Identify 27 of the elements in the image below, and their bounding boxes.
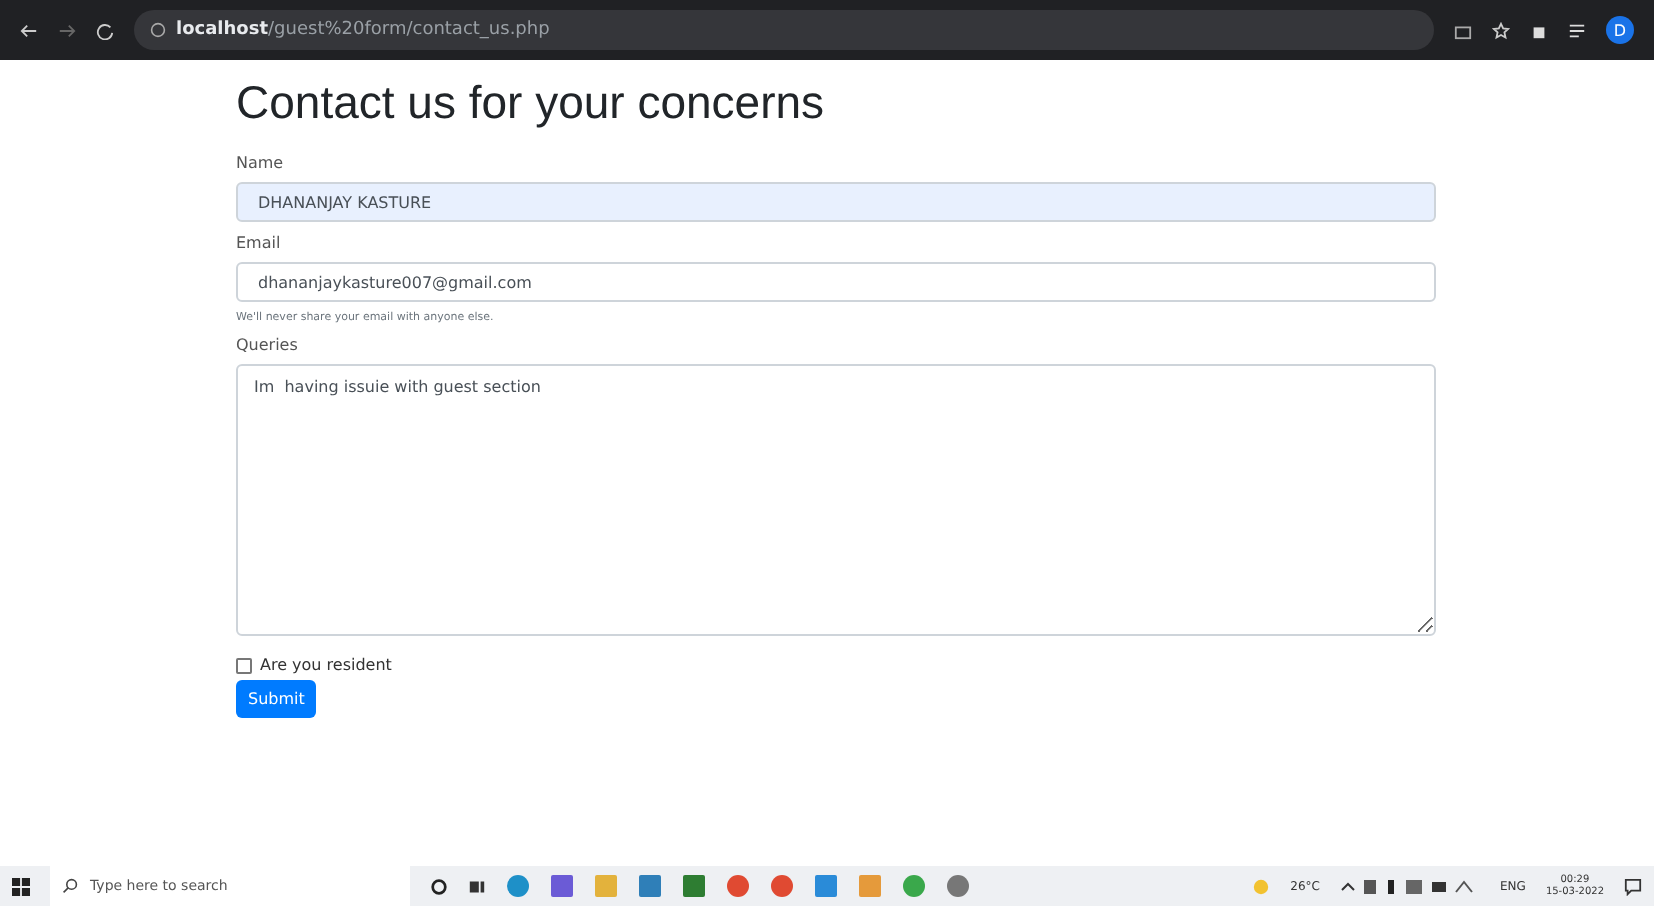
forward-icon[interactable] [58,21,76,39]
page-title: Contact us for your concerns [236,76,827,130]
back-icon[interactable] [20,21,38,39]
search-icon [62,878,78,894]
notification-icon[interactable] [1624,877,1642,895]
app-icon[interactable] [638,874,662,898]
name-field[interactable]: DHANANJAY KASTURE [236,182,1436,222]
name-label: Name [236,154,284,172]
start-icon[interactable] [12,877,30,895]
app-icon[interactable] [902,874,926,898]
email-label: Email [236,234,281,252]
star-icon[interactable] [1492,21,1510,39]
url-text: localhost/guest%20form/contact_us.php [176,20,550,40]
queries-label: Queries [236,336,298,354]
reload-icon[interactable] [96,21,114,39]
resident-checkbox[interactable] [236,657,252,673]
email-field[interactable]: dhananjaykasture007@gmail.com [236,262,1436,302]
app-icon[interactable] [550,874,574,898]
app-icon[interactable] [682,874,706,898]
address-bar[interactable]: localhost/guest%20form/contact_us.php [134,10,1434,50]
task-view-icon[interactable] [468,877,486,895]
info-icon [150,22,166,38]
resident-label: Are you resident [260,656,392,674]
reading-list-icon[interactable] [1568,21,1586,39]
queries-field[interactable]: Im having issuie with guest section [236,364,1436,636]
profile-avatar[interactable]: D [1606,16,1634,44]
submit-button[interactable]: Submit [236,680,317,718]
